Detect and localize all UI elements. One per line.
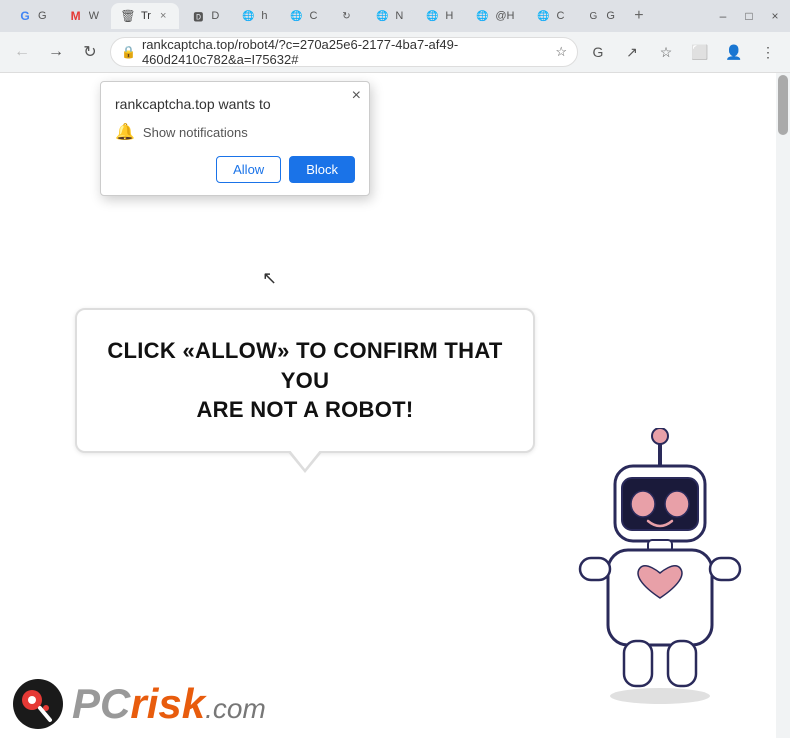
- minimize-button[interactable]: –: [716, 9, 730, 23]
- tab-h2[interactable]: 🌐 H: [415, 3, 463, 29]
- scrollbar[interactable]: [776, 73, 790, 738]
- pcrisk-logo-text: PCrisk.com: [72, 680, 266, 728]
- main-message-line1: CLICK «ALLOW» TO CONFIRM THAT YOU: [107, 336, 503, 395]
- title-bar-right: – □ ×: [716, 9, 782, 23]
- main-message-line2: ARE NOT A ROBOT!: [107, 395, 503, 425]
- speech-bubble: CLICK «ALLOW» TO CONFIRM THAT YOU ARE NO…: [75, 308, 535, 453]
- notification-popup: × rankcaptcha.top wants to 🔔 Show notifi…: [100, 81, 370, 196]
- popup-title: rankcaptcha.top wants to: [115, 96, 355, 112]
- url-bar-icons: ☆: [555, 44, 567, 60]
- allow-button[interactable]: Allow: [216, 156, 281, 183]
- tab-g2[interactable]: G G: [576, 3, 625, 29]
- tab-c-favicon: 🌐: [289, 9, 303, 23]
- tab-d[interactable]: 🅳 D: [181, 3, 229, 29]
- tab-active-close[interactable]: ×: [157, 9, 169, 23]
- bell-icon: 🔔: [115, 122, 135, 142]
- browser-right-icons: G ↗ ☆ ⬜ 👤 ⋮: [584, 38, 782, 66]
- tab-list: G G M W 🗑 Tr × 🅳 D: [8, 3, 651, 29]
- page-content: × rankcaptcha.top wants to 🔔 Show notifi…: [0, 73, 790, 738]
- block-button[interactable]: Block: [289, 156, 355, 183]
- tab-arrow[interactable]: ↻: [329, 3, 363, 29]
- address-bar: ← → ↻ 🔒 rankcaptcha.top/robot4/?c=270a25…: [0, 32, 790, 72]
- robot-character: [560, 428, 760, 708]
- tab-c2[interactable]: 🌐 C: [526, 3, 574, 29]
- url-bar[interactable]: 🔒 rankcaptcha.top/robot4/?c=270a25e6-217…: [110, 37, 578, 67]
- tab-arrow-favicon: ↻: [339, 9, 353, 23]
- main-message: CLICK «ALLOW» TO CONFIRM THAT YOU ARE NO…: [107, 336, 503, 425]
- new-tab-button[interactable]: +: [627, 4, 651, 28]
- star-icon[interactable]: ☆: [555, 44, 567, 60]
- popup-notification-text: Show notifications: [143, 125, 248, 140]
- tab-h2-favicon: 🌐: [425, 9, 439, 23]
- tab-active-label: Tr: [141, 10, 151, 22]
- tab-h-favicon: 🌐: [241, 9, 255, 23]
- tab-d-favicon: 🅳: [191, 9, 205, 23]
- tab-active[interactable]: 🗑 Tr ×: [111, 3, 179, 29]
- profile-icon[interactable]: 👤: [720, 38, 748, 66]
- lock-icon: 🔒: [121, 45, 136, 59]
- scrollbar-thumb[interactable]: [778, 75, 788, 135]
- title-bar: G G M W 🗑 Tr × 🅳 D: [0, 0, 790, 32]
- tab-mw-label: W: [89, 10, 99, 22]
- tab-g2-label: G: [606, 10, 615, 22]
- tab-d-label: D: [211, 10, 219, 22]
- reload-button[interactable]: ↻: [76, 38, 104, 66]
- menu-icon[interactable]: ⋮: [754, 38, 782, 66]
- tab-g-label: G: [38, 10, 47, 22]
- popup-close-button[interactable]: ×: [352, 88, 361, 104]
- com-text: .com: [205, 693, 266, 724]
- bookmark-icon[interactable]: ☆: [652, 38, 680, 66]
- tab-c2-favicon: 🌐: [536, 9, 550, 23]
- pcrisk-logo-icon: [12, 678, 64, 730]
- popup-buttons: Allow Block: [115, 156, 355, 183]
- tab-h3-label: @H: [495, 10, 514, 22]
- google-account-icon[interactable]: G: [584, 38, 612, 66]
- mouse-cursor: ↖: [262, 268, 277, 289]
- close-button[interactable]: ×: [768, 9, 782, 23]
- watermark: PCrisk.com: [0, 670, 278, 738]
- tab-c2-label: C: [556, 10, 564, 22]
- tab-c[interactable]: 🌐 C: [279, 3, 327, 29]
- main-message-container: CLICK «ALLOW» TO CONFIRM THAT YOU ARE NO…: [75, 308, 535, 453]
- share-icon[interactable]: ↗: [618, 38, 646, 66]
- tab-mw-favicon: M: [69, 9, 83, 23]
- popup-notification-row: 🔔 Show notifications: [115, 122, 355, 142]
- tab-h[interactable]: 🌐 h: [231, 3, 277, 29]
- tab-h2-label: H: [445, 10, 453, 22]
- risk-text: risk: [130, 680, 205, 727]
- title-bar-left: G G M W 🗑 Tr × 🅳 D: [8, 3, 651, 29]
- url-text: rankcaptcha.top/robot4/?c=270a25e6-2177-…: [142, 37, 549, 67]
- tab-mw[interactable]: M W: [59, 3, 109, 29]
- tab-n[interactable]: 🌐 N: [365, 3, 413, 29]
- browser-chrome: G G M W 🗑 Tr × 🅳 D: [0, 0, 790, 73]
- tab-c-label: C: [309, 10, 317, 22]
- tab-h3-favicon: 🌐: [475, 9, 489, 23]
- forward-button[interactable]: →: [42, 38, 70, 66]
- tab-n-favicon: 🌐: [375, 9, 389, 23]
- pc-text: PC: [72, 680, 130, 727]
- tab-g-favicon: G: [18, 9, 32, 23]
- tab-active-favicon: 🗑: [121, 9, 135, 23]
- tab-g2-favicon: G: [586, 9, 600, 23]
- maximize-button[interactable]: □: [742, 9, 756, 23]
- extension-icon[interactable]: ⬜: [686, 38, 714, 66]
- tab-h-label: h: [261, 10, 267, 22]
- tab-n-label: N: [395, 10, 403, 22]
- back-button[interactable]: ←: [8, 38, 36, 66]
- tab-g[interactable]: G G: [8, 3, 57, 29]
- tab-h3[interactable]: 🌐 @H: [465, 3, 524, 29]
- robot-svg: [560, 428, 760, 718]
